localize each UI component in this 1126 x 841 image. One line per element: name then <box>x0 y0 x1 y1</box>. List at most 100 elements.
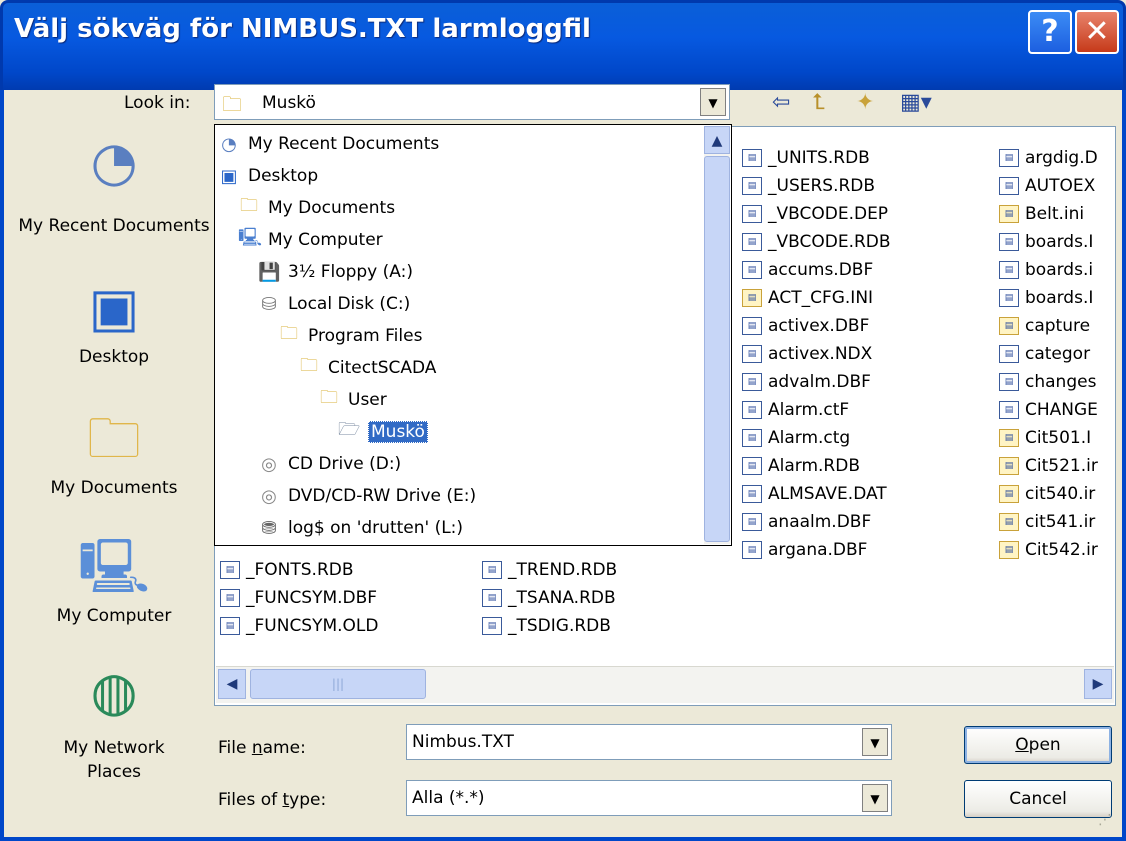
file-name: Alarm.ctg <box>768 428 851 448</box>
file-icon: ▤ <box>482 589 502 607</box>
file-item[interactable]: ▤ cit540.ir <box>999 480 1113 508</box>
file-item[interactable]: ▤ _UNITS.RDB <box>742 144 980 172</box>
file-item[interactable]: ▤ Alarm.ctg <box>742 424 980 452</box>
view-menu-icon[interactable]: ▦▾ <box>900 90 932 115</box>
file-item[interactable]: ▤ _VBCODE.RDB <box>742 228 980 256</box>
dropdown-item[interactable]: ⛃ log$ on 'drutten' (L:) <box>218 512 702 544</box>
file-icon: ▤ <box>999 429 1019 447</box>
close-button[interactable]: ✕ <box>1075 10 1119 54</box>
dropdown-item[interactable]: 🖳 My Computer <box>218 224 702 256</box>
file-item[interactable]: ▤ argana.DBF <box>742 536 980 564</box>
file-item[interactable]: ▤ boards.I <box>999 228 1113 256</box>
place-recent-documents[interactable]: My Recent Documents <box>14 214 214 238</box>
scroll-left-button[interactable]: ◀ <box>218 669 246 699</box>
horizontal-scroll-thumb[interactable]: ||| <box>250 669 426 699</box>
file-item[interactable]: ▤ accums.DBF <box>742 256 980 284</box>
file-item[interactable]: ▤ capture <box>999 312 1113 340</box>
file-icon: ▤ <box>742 205 762 223</box>
file-item[interactable]: ▤ _TSANA.RDB <box>482 584 722 612</box>
place-my-documents[interactable]: My Documents <box>14 476 214 500</box>
file-item[interactable]: ▤ _VBCODE.DEP <box>742 200 980 228</box>
file-item[interactable]: ▤ _FUNCSYM.OLD <box>220 612 460 640</box>
file-item[interactable]: ▤ advalm.DBF <box>742 368 980 396</box>
dropdown-item-label: My Documents <box>268 198 396 218</box>
cancel-button[interactable]: Cancel <box>964 780 1112 818</box>
file-item[interactable]: ▤ boards.I <box>999 284 1113 312</box>
dropdown-item[interactable]: ◔ My Recent Documents <box>218 128 702 160</box>
file-item[interactable]: ▤ _TSDIG.RDB <box>482 612 722 640</box>
new-folder-icon[interactable]: ✦ <box>856 90 874 115</box>
file-item[interactable]: ▤ argdig.D <box>999 144 1113 172</box>
file-name: _VBCODE.RDB <box>768 232 891 252</box>
file-icon: ▤ <box>999 149 1019 167</box>
file-item[interactable]: ▤ _FONTS.RDB <box>220 556 460 584</box>
place-my-computer[interactable]: My Computer <box>14 604 214 628</box>
place-desktop[interactable]: Desktop <box>14 345 214 369</box>
file-item[interactable]: ▤ _FUNCSYM.DBF <box>220 584 460 612</box>
file-item[interactable]: ▤ boards.i <box>999 256 1113 284</box>
file-icon: ▤ <box>742 289 762 307</box>
file-item[interactable]: ▤ Cit542.ir <box>999 536 1113 564</box>
file-name: boards.i <box>1025 260 1094 280</box>
dropdown-item[interactable]: ▣ Desktop <box>218 160 702 192</box>
dropdown-item[interactable]: ⛁ Local Disk (C:) <box>218 288 702 320</box>
file-icon: ▤ <box>999 205 1019 223</box>
file-item[interactable]: ▤ cit541.ir <box>999 508 1113 536</box>
dropdown-item[interactable]: 🗀 Program Files <box>218 320 702 352</box>
file-type-value: Alla (*.*) <box>412 788 485 808</box>
dropdown-item[interactable]: 🗀 User <box>218 384 702 416</box>
file-item[interactable]: ▤ _TREND.RDB <box>482 556 722 584</box>
back-icon[interactable]: ⇦ <box>772 90 790 115</box>
file-icon: ▤ <box>999 317 1019 335</box>
folder-icon: 🗀 <box>320 387 338 408</box>
file-item[interactable]: ▤ Alarm.ctF <box>742 396 980 424</box>
file-column-3: ▤ _UNITS.RDB ▤ _USERS.RDB ▤ _VBCODE.DEP ▤ _VBCO… <box>742 144 980 564</box>
up-folder-icon[interactable]: ⮤ <box>812 90 825 115</box>
file-item[interactable]: ▤ Belt.ini <box>999 200 1113 228</box>
file-item[interactable]: ▤ CHANGE <box>999 396 1113 424</box>
recent-documents-icon: ◔ <box>90 130 138 193</box>
dropdown-item[interactable]: 🗁 Muskö <box>218 416 702 448</box>
file-item[interactable]: ▤ changes <box>999 368 1113 396</box>
file-icon: ▤ <box>220 561 240 579</box>
file-name: CHANGE <box>1025 400 1098 420</box>
file-item[interactable]: ▤ activex.DBF <box>742 312 980 340</box>
place-network-places[interactable]: My Network Places <box>54 736 174 784</box>
resize-grip-icon[interactable]: ⋰ <box>1098 812 1118 832</box>
file-name: _VBCODE.DEP <box>768 204 889 224</box>
file-icon: ▤ <box>999 345 1019 363</box>
dropdown-scroll-thumb[interactable] <box>704 156 730 542</box>
look-in-dropdown-button[interactable]: ▼ <box>700 88 726 116</box>
file-item[interactable]: ▤ Cit521.ir <box>999 452 1113 480</box>
file-name: _TSANA.RDB <box>508 588 616 608</box>
dropdown-item[interactable]: ◎ CD Drive (D:) <box>218 448 702 480</box>
file-item[interactable]: ▤ Alarm.RDB <box>742 452 980 480</box>
dropdown-item[interactable]: 🗀 My Documents <box>218 192 702 224</box>
file-name: cit540.ir <box>1025 484 1096 504</box>
file-item[interactable]: ▤ anaalm.DBF <box>742 508 980 536</box>
file-name: _FUNCSYM.DBF <box>246 588 378 608</box>
dropdown-item[interactable]: 💾 3½ Floppy (A:) <box>218 256 702 288</box>
open-button[interactable]: Open <box>964 726 1112 764</box>
dropdown-item[interactable]: 🗀 CitectSCADA <box>218 352 702 384</box>
file-item[interactable]: ▤ ACT_CFG.INI <box>742 284 980 312</box>
file-item[interactable]: ▤ categor <box>999 340 1113 368</box>
file-name-dropdown-button[interactable]: ▼ <box>862 728 888 756</box>
file-name: _FUNCSYM.OLD <box>246 616 379 636</box>
dropdown-item-label: CD Drive (D:) <box>288 454 402 474</box>
file-item[interactable]: ▤ AUTOEX <box>999 172 1113 200</box>
help-button[interactable]: ? <box>1028 10 1072 54</box>
scroll-up-button[interactable]: ▲ <box>704 126 730 154</box>
dropdown-item[interactable]: ◎ DVD/CD-RW Drive (E:) <box>218 480 702 512</box>
scroll-right-button[interactable]: ▶ <box>1084 669 1112 699</box>
file-item[interactable]: ▤ ALMSAVE.DAT <box>742 480 980 508</box>
file-item[interactable]: ▤ activex.NDX <box>742 340 980 368</box>
file-icon: ▤ <box>742 373 762 391</box>
file-name: argana.DBF <box>768 540 868 560</box>
window-frame-right <box>1122 90 1126 841</box>
file-name: Cit501.I <box>1025 428 1092 448</box>
file-icon: ▤ <box>742 177 762 195</box>
file-type-dropdown-button[interactable]: ▼ <box>862 784 888 812</box>
file-item[interactable]: ▤ Cit501.I <box>999 424 1113 452</box>
file-item[interactable]: ▤ _USERS.RDB <box>742 172 980 200</box>
